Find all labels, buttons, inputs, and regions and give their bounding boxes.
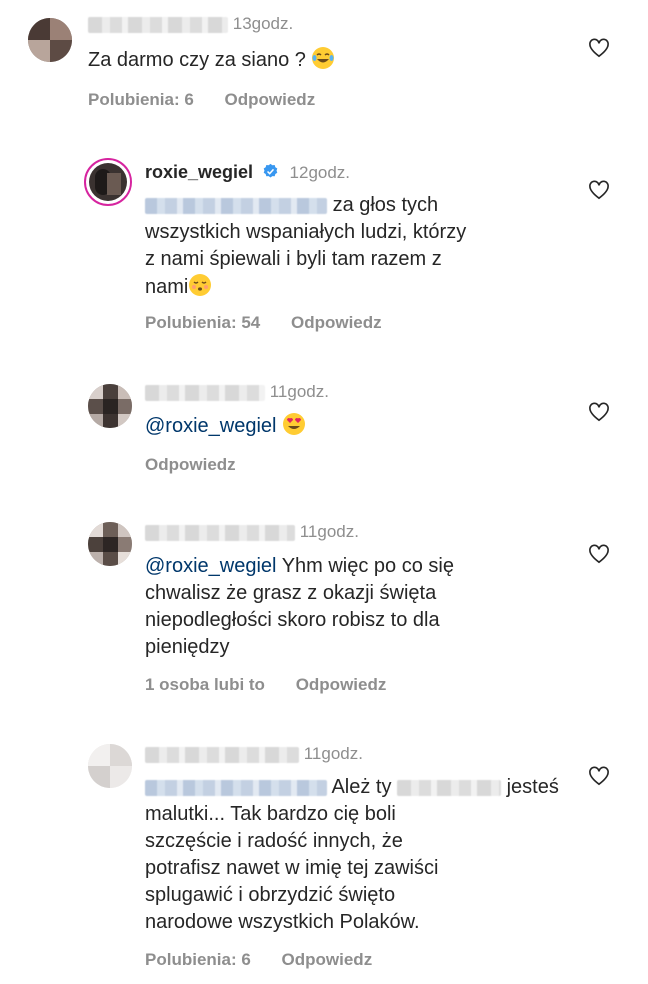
username-blurred[interactable] — [145, 384, 265, 401]
comment-header: 11godz. — [145, 744, 363, 764]
heart-icon[interactable] — [588, 38, 610, 58]
heart-eyes-emoji — [283, 413, 306, 435]
comment-header: 11godz. — [145, 382, 329, 402]
tears-of-joy-emoji — [312, 47, 335, 69]
reply-button[interactable]: Odpowiedz — [225, 90, 316, 109]
likes-count[interactable]: Polubienia: 6 — [88, 90, 194, 109]
reply-button[interactable]: Odpowiedz — [282, 950, 373, 969]
comment-2: roxie_wegiel 12godz. za głos tych wszyst… — [0, 150, 648, 340]
comment-actions: Polubienia: 6 Odpowiedz — [88, 90, 341, 110]
comment-5: 11godz. Ależ ty jesteś malutki... Tak ba… — [0, 734, 648, 984]
mention-link[interactable]: @roxie_wegiel — [145, 415, 276, 437]
comment-text: @roxie_wegiel Yhm więc po co się chwalis… — [145, 555, 454, 658]
mention-blurred[interactable] — [145, 197, 327, 214]
comment-header: 13godz. — [88, 14, 293, 34]
comment-text: za głos tych wszystkich wspaniałych ludz… — [145, 194, 467, 298]
avatar[interactable] — [88, 744, 132, 788]
likes-count[interactable]: Polubienia: 54 — [145, 313, 260, 332]
comment-header: 11godz. — [145, 522, 359, 542]
text-blurred — [397, 779, 502, 796]
timestamp: 11godz. — [303, 744, 363, 763]
comment-text: Za darmo czy za siano ? — [88, 46, 335, 74]
reply-button[interactable]: Odpowiedz — [145, 455, 236, 474]
comment-actions: 1 osoba lubi to Odpowiedz — [145, 675, 412, 695]
comment-text: Ależ ty jesteś malutki... Tak bardzo cię… — [145, 776, 559, 933]
heart-icon[interactable] — [588, 544, 610, 564]
avatar[interactable] — [88, 384, 132, 428]
username[interactable]: roxie_wegiel — [145, 162, 253, 182]
likes-count[interactable]: 1 osoba lubi to — [145, 675, 265, 694]
likes-count[interactable]: Polubienia: 6 — [145, 950, 251, 969]
heart-icon[interactable] — [588, 402, 610, 422]
comment-3: 11godz. @roxie_wegiel Odpowiedz — [0, 372, 648, 482]
mention-blurred[interactable] — [145, 779, 327, 796]
avatar[interactable] — [28, 18, 72, 62]
comment-actions: Polubienia: 6 Odpowiedz — [145, 950, 398, 970]
reply-button[interactable]: Odpowiedz — [296, 675, 387, 694]
heart-icon[interactable] — [588, 766, 610, 786]
heart-icon[interactable] — [588, 180, 610, 200]
comment-text: @roxie_wegiel — [145, 412, 306, 440]
username-blurred[interactable] — [145, 746, 299, 763]
avatar[interactable] — [88, 522, 132, 566]
comment-4: 11godz. @roxie_wegiel Yhm więc po co się… — [0, 512, 648, 712]
comment-actions: Odpowiedz — [145, 455, 262, 475]
username-blurred[interactable] — [88, 16, 228, 33]
timestamp: 12godz. — [289, 163, 351, 182]
timestamp: 13godz. — [232, 14, 294, 33]
verified-badge-icon — [263, 163, 278, 178]
timestamp: 11godz. — [269, 382, 329, 401]
username-blurred[interactable] — [145, 524, 295, 541]
timestamp: 11godz. — [299, 522, 359, 541]
comment-1: 13godz. Za darmo czy za siano ? Polubien… — [0, 0, 648, 130]
mention-link[interactable]: @roxie_wegiel — [145, 555, 276, 577]
kissing-emoji — [189, 274, 212, 296]
reply-button[interactable]: Odpowiedz — [291, 313, 382, 332]
comment-header: roxie_wegiel 12godz. — [145, 162, 350, 183]
comment-actions: Polubienia: 54 Odpowiedz — [145, 313, 408, 333]
avatar[interactable] — [84, 158, 132, 206]
